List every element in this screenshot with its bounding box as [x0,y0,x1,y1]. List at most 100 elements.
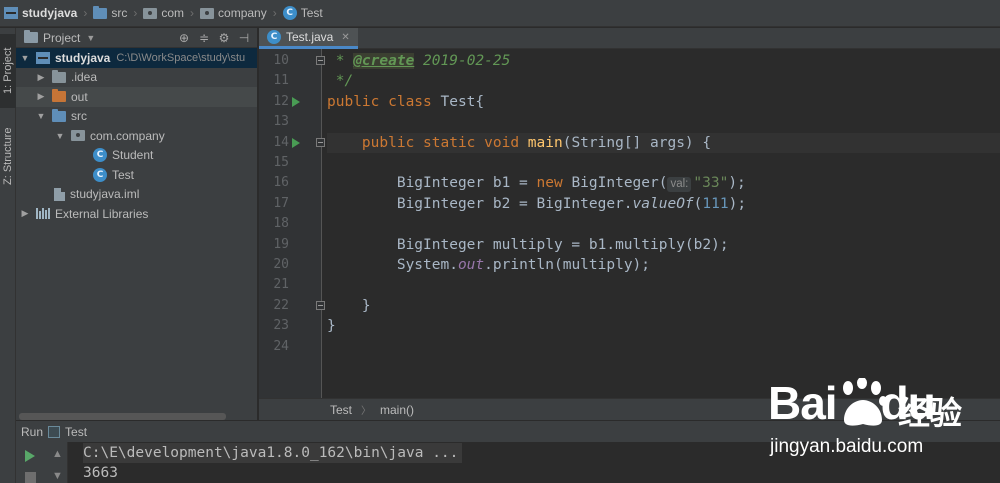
keyword: public static void [361,134,520,151]
tree-item-label: src [71,109,87,124]
target-icon[interactable]: ⊕ [177,31,191,45]
project-view-selector[interactable]: Project [43,31,80,45]
code-area: * @create 2019-02-25 */ public class Tes… [327,49,1000,398]
code-text: BigInteger b2 = BigInteger. [327,195,633,212]
breadcrumb-class[interactable]: Test [330,403,352,417]
stop-button[interactable] [25,472,36,483]
editor-tabs: C Test.java ✕ [259,28,1000,49]
tree-item-test[interactable]: C Test [16,165,257,185]
collapsed-arrow-icon[interactable]: ▶ [36,72,46,83]
code-text: System. [327,257,458,273]
tree-item-idea[interactable]: ▶ .idea [16,68,257,88]
code-line-22: } [327,296,1000,316]
code-line-10: * @create 2019-02-25 [327,51,1000,71]
nav-crumb-src[interactable]: src [93,5,127,20]
nav-crumb-studyjava[interactable]: studyjava [4,6,77,20]
fold-icon[interactable] [316,138,325,147]
code-line-16: BigInteger b1 = new BigInteger(val: "33")… [327,173,1000,193]
code-text: BigInteger multiply = b1.multiply(b2); [327,236,729,253]
watermark-logo-text: Bai [768,377,838,429]
project-view-icon [24,30,38,43]
line-number: 23 [273,318,289,334]
breadcrumb-method[interactable]: main() [380,403,414,417]
fold-icon[interactable] [316,301,325,310]
tree-item-label: .idea [71,70,98,85]
expanded-arrow-icon[interactable]: ▼ [20,53,30,63]
line-number: 12 [273,93,289,109]
run-gutter-icon[interactable] [292,97,300,107]
up-arrow-icon[interactable]: ▲ [52,448,63,460]
tree-item-student[interactable]: C Student [16,146,257,166]
tree-item-iml[interactable]: studyjava.iml [16,185,257,205]
chevron-down-icon[interactable]: ▼ [86,33,95,43]
console-command: C:\E\development\java1.8.0_162\bin\java … [83,443,463,463]
nav-crumb-company[interactable]: company [200,6,267,20]
code-text: BigInteger b1 = [327,175,537,192]
collapsed-arrow-icon[interactable]: ▶ [20,208,30,219]
code-text: } [327,297,371,314]
tree-item-out[interactable]: ▶ out [16,87,257,107]
paw-icon [843,378,887,426]
horizontal-scrollbar[interactable] [19,413,226,420]
doc-end: */ [327,73,354,90]
down-arrow-icon[interactable]: ▼ [52,470,63,482]
tree-item-label: Student [112,148,154,163]
project-panel-header: Project ▼ ⊕ ≑ ⚙ ⊣ [16,28,257,48]
number-literal: 111 [702,195,729,212]
baidu-watermark: Bai du 经验 jingyan.baidu.com [760,372,1000,483]
method-name: main [527,134,563,151]
tree-item-label: out [71,89,88,104]
run-config-name[interactable]: Test [65,425,87,439]
tree-item-studyjava[interactable]: ▼ studyjava C:\D\WorkSpace\study\stu [16,48,257,68]
project-tree: ▼ studyjava C:\D\WorkSpace\study\stu ▶ .… [16,48,257,224]
rerun-button[interactable] [25,450,35,462]
editor-gutter: 10 11 12 13 14 15 16 17 18 19 20 21 22 2… [259,49,325,398]
tree-item-com-company[interactable]: ▼ com.company [16,126,257,146]
line-number: 13 [273,114,289,130]
watermark-cn: 经验 [898,394,963,432]
run-panel-title: Run [21,424,44,439]
file-icon [54,187,65,201]
nav-crumb-label: company [218,6,267,20]
tab-test-java[interactable]: C Test.java ✕ [259,28,358,49]
expanded-arrow-icon[interactable]: ▼ [55,131,65,141]
folder-icon [93,5,108,19]
parameter-hint: val: [667,177,692,193]
class-icon: C [93,167,107,182]
hide-icon[interactable]: ⊣ [237,31,251,45]
keyword: public class [327,93,432,110]
code-line-23: } [327,316,1000,336]
code-line-20: System.out.println(multiply); [327,255,1000,275]
nav-crumb-test[interactable]: C Test [282,6,323,20]
tree-item-label: com.company [90,128,165,143]
line-number: 20 [273,257,289,272]
string-literal: "33" [693,175,729,192]
run-gutter-icon[interactable] [292,138,300,148]
nav-crumb-label: com [161,6,185,20]
structure-tool-tab[interactable]: Z: Structure [0,114,16,198]
close-icon[interactable]: ✕ [341,32,349,43]
console-result: 3663 [83,465,118,481]
tree-item-src[interactable]: ▼ src [16,107,257,127]
run-config-icon [48,425,61,438]
nav-crumb-label: studyjava [22,6,78,20]
expanded-arrow-icon[interactable]: ▼ [36,111,46,121]
nav-crumb-com[interactable]: com [143,6,184,20]
code-editor[interactable]: 10 11 12 13 14 15 16 17 18 19 20 21 22 2… [259,49,1000,398]
collapsed-arrow-icon[interactable]: ▶ [36,91,46,102]
left-tool-strip: 1: Project Z: Structure [0,28,16,483]
nav-separator: › [190,6,195,20]
project-tool-tab[interactable]: 1: Project [0,34,16,108]
class-icon: C [282,6,297,20]
fold-icon[interactable] [316,56,325,65]
line-number: 14 [273,134,289,150]
code-text: ); [728,195,747,212]
gear-icon[interactable]: ⚙ [217,31,231,45]
code-line-19: BigInteger multiply = b1.multiply(b2); [327,235,1000,255]
tree-item-external-libraries[interactable]: ▶ External Libraries [16,204,257,224]
line-number: 15 [273,155,289,170]
package-icon [71,130,85,142]
collapse-icon[interactable]: ≑ [197,31,211,45]
